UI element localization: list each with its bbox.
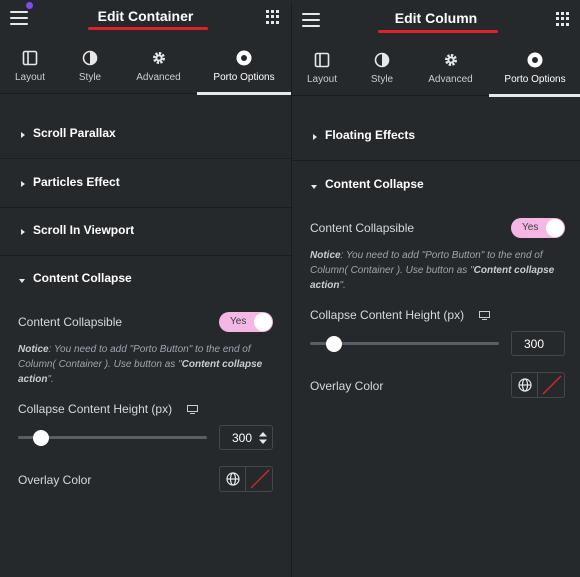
globe-icon <box>518 378 532 392</box>
tab-porto-options[interactable]: Porto Options <box>197 38 291 95</box>
edit-container-panel: Edit Container Layout Style Advanced Por… <box>0 0 291 577</box>
desktop-icon[interactable] <box>479 311 490 320</box>
panel-header: Edit Container <box>0 0 291 38</box>
apps-grid-icon[interactable] <box>266 10 280 24</box>
tab-label: Layout <box>306 74 338 85</box>
tab-label: Porto Options <box>504 74 566 85</box>
no-color-slash-icon <box>542 375 562 395</box>
style-icon <box>374 52 390 68</box>
toggle-knob <box>546 219 564 237</box>
title-underline <box>378 30 498 33</box>
notice-suffix: ". <box>47 374 54 385</box>
section-label: Content Collapse <box>33 271 132 285</box>
tab-advanced[interactable]: Advanced <box>412 40 489 96</box>
layout-icon <box>22 50 38 66</box>
toggle-label: Yes <box>522 222 539 233</box>
apps-grid-icon[interactable] <box>556 12 570 26</box>
overlay-color-control[interactable] <box>219 466 273 492</box>
height-slider-knob[interactable] <box>33 430 49 446</box>
desktop-icon[interactable] <box>187 405 198 414</box>
content-collapsible-label: Content Collapsible <box>18 315 123 329</box>
collapse-height-label: Collapse Content Height (px) <box>310 308 465 322</box>
title-underline <box>88 27 208 30</box>
content-collapsible-toggle[interactable]: Yes <box>511 218 565 238</box>
height-slider-knob[interactable] <box>326 336 342 352</box>
tab-style[interactable]: Style <box>352 40 412 96</box>
notice-prefix: Notice <box>310 250 341 261</box>
caret-right-icon <box>21 132 25 138</box>
caret-right-icon <box>313 134 317 140</box>
panel-title: Edit Container <box>97 8 194 24</box>
panel-tabs: Layout Style Advanced Porto Options <box>292 40 580 97</box>
panel-header: Edit Column <box>292 2 580 40</box>
section-content-collapse[interactable]: Content Collapse <box>292 162 580 210</box>
tab-style[interactable]: Style <box>60 38 120 94</box>
tab-label: Advanced <box>136 72 181 83</box>
height-number-input[interactable]: 300 <box>511 331 565 356</box>
active-tab-indicator <box>197 92 291 95</box>
panel-tabs: Layout Style Advanced Porto Options <box>0 38 291 95</box>
notice-text: Notice: You need to add "Porto Button" t… <box>18 342 283 387</box>
caret-right-icon <box>21 181 25 187</box>
no-color-slash-icon <box>250 469 270 489</box>
toggle-knob <box>254 313 272 331</box>
tab-layout[interactable]: Layout <box>0 38 60 94</box>
gear-icon <box>444 54 457 66</box>
global-colors-button[interactable] <box>512 373 538 397</box>
overlay-color-label: Overlay Color <box>18 473 92 487</box>
section-particles-effect[interactable]: Particles Effect <box>0 160 291 208</box>
edit-column-panel: Edit Column Layout Style Advanced Porto … <box>291 2 580 577</box>
porto-icon <box>527 52 543 68</box>
section-label: Content Collapse <box>325 177 424 191</box>
active-tab-indicator <box>489 94 580 97</box>
tab-label: Style <box>78 72 102 83</box>
height-value: 300 <box>232 431 253 445</box>
notice-text: Notice: You need to add "Porto Button" t… <box>310 248 573 293</box>
color-swatch-empty[interactable] <box>539 373 564 397</box>
collapse-height-label: Collapse Content Height (px) <box>18 402 173 416</box>
overlay-color-control[interactable] <box>511 372 565 398</box>
toggle-label: Yes <box>230 316 247 327</box>
section-scroll-in-viewport[interactable]: Scroll In Viewport <box>0 208 291 256</box>
tab-porto-options[interactable]: Porto Options <box>489 40 580 97</box>
section-label: Scroll In Viewport <box>33 223 135 237</box>
tab-label: Layout <box>14 72 46 83</box>
notice-prefix: Notice <box>18 344 49 355</box>
tab-layout[interactable]: Layout <box>292 40 352 96</box>
tab-label: Style <box>370 74 394 85</box>
tab-label: Advanced <box>428 74 473 85</box>
section-floating-effects[interactable]: Floating Effects <box>292 113 580 161</box>
layout-icon <box>314 52 330 68</box>
height-value: 300 <box>524 337 545 351</box>
overlay-color-label: Overlay Color <box>310 379 384 393</box>
section-label: Floating Effects <box>325 128 416 142</box>
style-icon <box>82 50 98 66</box>
number-spinner-icon[interactable] <box>258 431 268 445</box>
tab-advanced[interactable]: Advanced <box>120 38 197 94</box>
porto-icon <box>236 50 252 66</box>
color-swatch-empty[interactable] <box>247 467 272 491</box>
section-label: Particles Effect <box>33 175 120 189</box>
section-label: Scroll Parallax <box>33 126 116 140</box>
section-content-collapse[interactable]: Content Collapse <box>0 256 291 304</box>
globe-icon <box>226 472 240 486</box>
content-collapsible-toggle[interactable]: Yes <box>219 312 273 332</box>
caret-down-icon <box>311 185 317 189</box>
notice-suffix: ". <box>339 280 346 291</box>
panel-title: Edit Column <box>394 10 478 26</box>
height-number-input[interactable]: 300 <box>219 425 273 450</box>
caret-down-icon <box>19 279 25 283</box>
section-scroll-parallax[interactable]: Scroll Parallax <box>0 111 291 159</box>
caret-right-icon <box>21 229 25 235</box>
gear-icon <box>152 52 165 64</box>
tab-label: Porto Options <box>213 72 275 83</box>
global-colors-button[interactable] <box>220 467 246 491</box>
content-collapsible-label: Content Collapsible <box>310 221 415 235</box>
